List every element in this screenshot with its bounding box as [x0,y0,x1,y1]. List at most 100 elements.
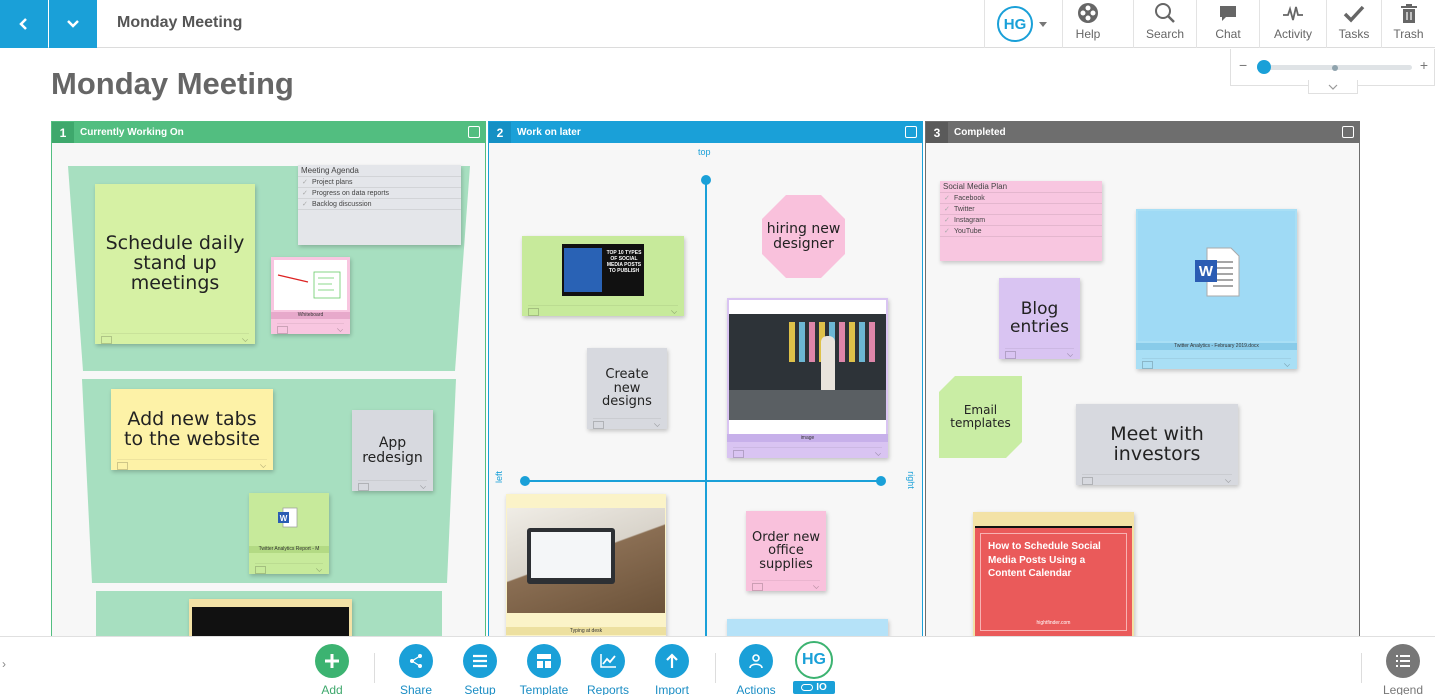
zoom-in-button[interactable]: + [1420,57,1428,73]
column-number: 2 [489,122,511,143]
back-button[interactable] [0,0,48,48]
chat-button[interactable]: Chat [1196,0,1259,48]
toggle-icon [801,684,814,691]
share-button[interactable]: Share [394,644,438,695]
list-item[interactable]: YouTube [940,226,1102,237]
image-card-meeting[interactable]: image [727,298,888,458]
note-footer [358,480,427,491]
note-footer [117,459,267,470]
column-header: 3 Completed [926,122,1359,143]
presenter [821,336,835,396]
menu-dropdown-button[interactable] [49,0,97,48]
legend-button[interactable]: Legend [1380,644,1426,695]
edit-icon[interactable] [905,126,917,138]
zoom-collapse-toggle[interactable] [1308,80,1358,94]
activity-button[interactable]: Activity [1259,0,1326,48]
setup-label: Setup [464,683,496,695]
laptop [527,528,615,584]
doc-card-twitter-report[interactable]: W Twitter Analytics Report - M [249,493,329,574]
doc-preview: W [1138,211,1295,341]
list-item[interactable]: Backlog discussion [298,199,461,210]
axis-handle-right[interactable] [876,476,886,486]
trash-label: Trash [1393,27,1424,41]
io-toggle[interactable]: IO [793,681,835,694]
image-card-partial[interactable] [189,599,352,639]
sticky-note-hiring[interactable]: hiring new designer [762,195,845,278]
sticky-note-app-redesign[interactable]: App redesign [352,410,433,491]
banner-url: hightfinder.com [1036,620,1071,626]
doc-card-word[interactable]: W Twitter Analytics - February 2019.docx [1136,209,1297,369]
image-card-social-posts[interactable]: TOP 10 TYPES OF SOCIAL MEDIA POSTS TO PU… [522,236,684,316]
actions-label: Actions [736,683,776,695]
note-footer [1005,348,1074,359]
expand-left-icon[interactable]: › [2,657,6,671]
zoom-default-marker [1332,65,1338,71]
column-number: 3 [926,122,948,143]
sticky-note-investors[interactable]: Meet with investors [1076,404,1238,485]
help-icon [1078,3,1098,23]
note-footer [1082,474,1232,485]
note-footer [528,305,678,316]
import-label: Import [654,683,689,695]
note-text: Blog entries [1010,298,1069,337]
bottom-toolbar: › Add Share Setup Template Reports Impor… [0,636,1435,695]
list-item[interactable]: Project plans [298,177,461,188]
axis-label-left: left [494,470,505,484]
whiteboard-card[interactable]: Whiteboard [271,257,350,334]
tasks-button[interactable]: Tasks [1326,0,1381,48]
column-header: 1 Currently Working On [52,122,485,143]
user-avatar[interactable]: HG [997,6,1033,42]
image-card-schedule[interactable]: How to Schedule Social Media Posts Using… [973,512,1134,640]
edit-icon[interactable] [1342,126,1354,138]
list-meeting-agenda[interactable]: Meeting Agenda Project plans Progress on… [298,165,461,245]
edit-icon[interactable] [468,126,480,138]
axis-handle-left[interactable] [520,476,530,486]
image-caption: Typing at desk [506,627,666,635]
column-work-on-later: 2 Work on later top left right TOP 10 TY… [488,121,923,641]
sticky-note-blog[interactable]: Blog entries [999,278,1080,359]
axis-label-top: top [698,147,711,157]
sticky-note-add-tabs[interactable]: Add new tabs to the website [111,389,273,470]
plus-icon [315,644,349,678]
image-card-typing[interactable]: Typing at desk [506,494,666,640]
laptop-screen [531,532,611,578]
meeting-table [729,390,886,420]
banner-text: TOP 10 TYPES OF SOCIAL MEDIA POSTS TO PU… [606,250,642,274]
help-button[interactable]: Help [1062,0,1113,48]
activity-icon [1283,5,1303,21]
list-social-media-plan[interactable]: Social Media Plan Facebook Twitter Insta… [940,181,1102,261]
trash-button[interactable]: Trash [1381,0,1435,48]
column-name: Work on later [517,127,581,138]
sticky-note-standup[interactable]: Schedule daily stand up meetings [95,184,255,344]
template-button[interactable]: Template [514,644,574,695]
zoom-out-button[interactable]: − [1239,57,1247,73]
import-button[interactable]: Import [650,644,694,695]
user-menu[interactable]: HG [984,0,1062,48]
list-item[interactable]: Twitter [940,204,1102,215]
search-button[interactable]: Search [1133,0,1196,48]
list-item[interactable]: Instagram [940,215,1102,226]
social-icons-collage [564,248,602,292]
sticky-note-email[interactable]: Email templates [939,376,1022,458]
list-title: Social Media Plan [940,181,1102,193]
axis-handle-top[interactable] [701,175,711,185]
collaborator-avatar[interactable]: HG IO [792,641,836,694]
sticky-note-office-supplies[interactable]: Order new office supplies [746,511,826,591]
person-icon [739,644,773,678]
sticky-note-create-designs[interactable]: Create new designs [587,348,667,429]
zoom-slider-knob[interactable] [1257,60,1271,74]
list-item[interactable]: Facebook [940,193,1102,204]
list-item[interactable]: Progress on data reports [298,188,461,199]
reports-button[interactable]: Reports [584,644,632,695]
add-button[interactable]: Add [311,644,353,695]
vertical-axis [705,179,707,640]
chevron-left-icon [19,18,27,30]
actions-button[interactable]: Actions [733,644,779,695]
caret-down-icon [1039,21,1047,27]
upload-arrow-icon [655,644,689,678]
setup-button[interactable]: Setup [459,644,501,695]
avatar-initials: HG [795,641,833,679]
trash-icon [1400,4,1417,23]
image-preview [729,314,886,420]
list-icon [1386,644,1420,678]
